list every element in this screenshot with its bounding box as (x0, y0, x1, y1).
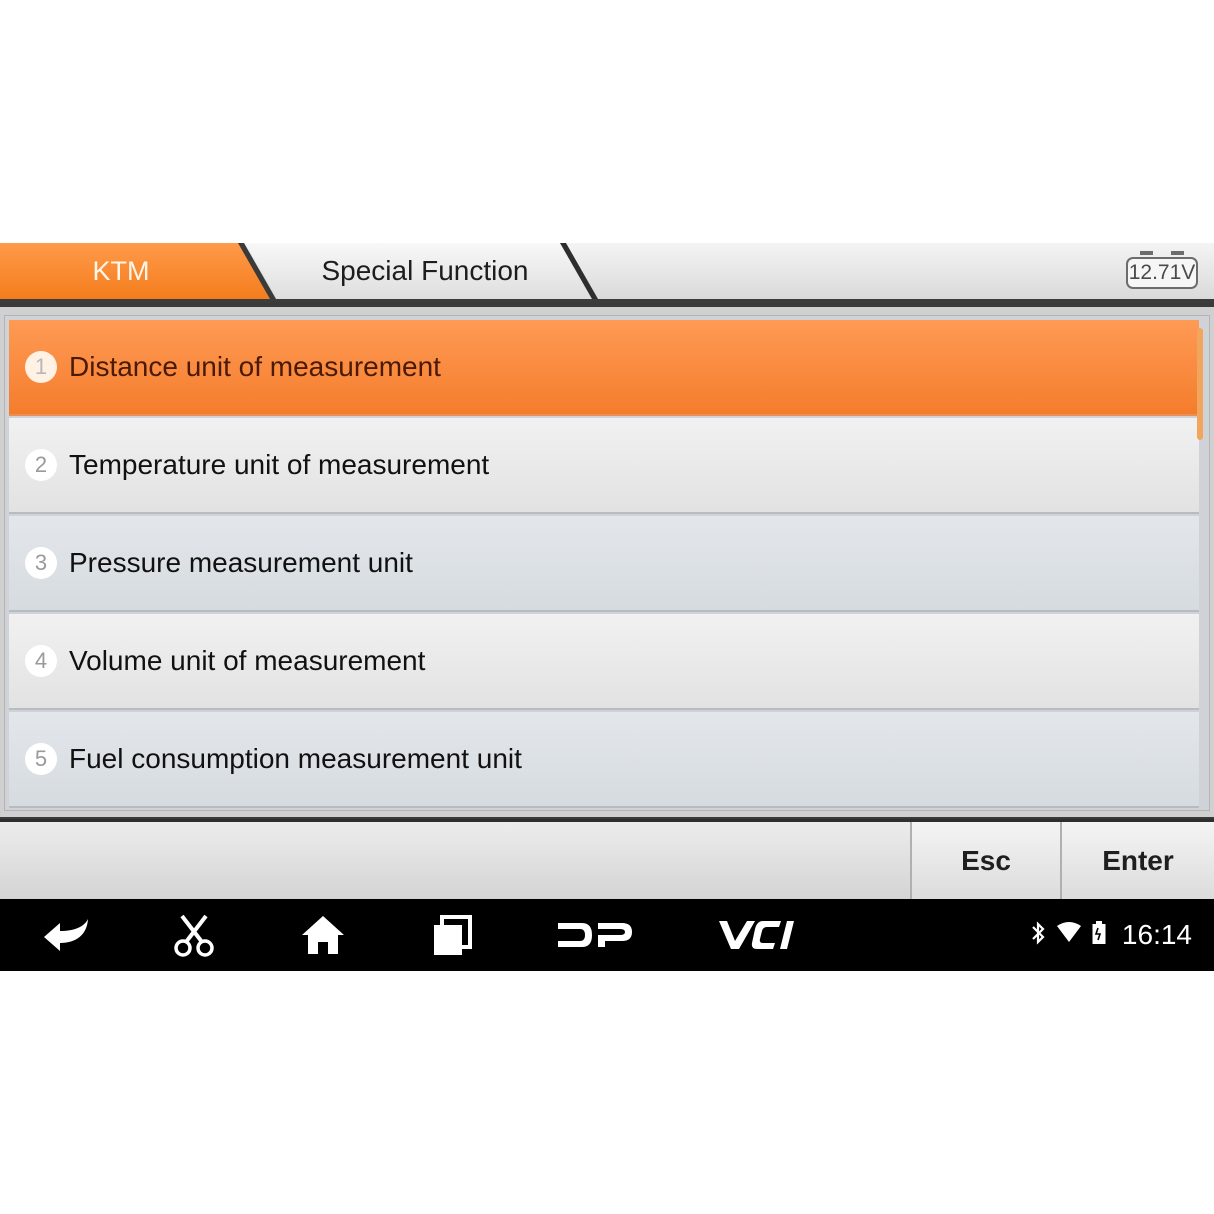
esc-button[interactable]: Esc (910, 822, 1060, 899)
item-number-badge: 1 (25, 351, 57, 383)
bluetooth-icon (1030, 920, 1046, 951)
menu-item-label: Fuel consumption measurement unit (69, 743, 522, 774)
item-number-badge: 2 (25, 449, 57, 481)
scrollbar-thumb[interactable] (1197, 328, 1203, 440)
breadcrumb-special-function-label: Special Function (321, 255, 529, 286)
wifi-icon (1056, 921, 1082, 949)
battery-icon (1092, 920, 1106, 950)
menu-item-distance-unit[interactable]: 1 Distance unit of measurement (9, 320, 1199, 416)
home-icon[interactable] (298, 909, 348, 961)
breadcrumb-ktm[interactable]: KTM (0, 243, 272, 299)
enter-button[interactable]: Enter (1060, 822, 1214, 899)
menu-list-area: 1 Distance unit of measurement 2 Tempera… (0, 307, 1214, 817)
breadcrumb-header: KTM Special Function 12.71V (0, 243, 1214, 303)
android-nav-bar: 16:14 (0, 899, 1214, 971)
dp-icon[interactable] (552, 909, 638, 961)
breadcrumb-ktm-label: KTM (92, 255, 150, 286)
status-area: 16:14 (1030, 899, 1192, 971)
menu-item-label: Pressure measurement unit (69, 547, 413, 578)
back-icon[interactable] (38, 909, 94, 961)
scissors-icon[interactable] (170, 909, 218, 961)
menu-item-label: Volume unit of measurement (69, 645, 426, 676)
menu-item-volume-unit[interactable]: 4 Volume unit of measurement (9, 614, 1199, 710)
device-screen: KTM Special Function 12.71V 1 Distance u… (0, 243, 1214, 971)
menu-item-pressure-unit[interactable]: 3 Pressure measurement unit (9, 516, 1199, 612)
menu-item-fuel-consumption-unit[interactable]: 5 Fuel consumption measurement unit (9, 712, 1199, 808)
menu-item-label: Temperature unit of measurement (69, 449, 490, 480)
item-number-badge: 5 (25, 743, 57, 775)
voltage-value: 12.71V (1128, 261, 1196, 284)
menu-list: 1 Distance unit of measurement 2 Tempera… (4, 315, 1210, 811)
action-button-bar: Esc Enter (0, 819, 1214, 899)
breadcrumb-special-function[interactable]: Special Function (246, 243, 596, 299)
status-clock: 16:14 (1121, 919, 1192, 950)
menu-item-label: Distance unit of measurement (69, 351, 441, 382)
menu-item-temperature-unit[interactable]: 2 Temperature unit of measurement (9, 418, 1199, 514)
battery-voltage-badge: 12.71V (1126, 251, 1198, 289)
vci-icon[interactable] (712, 909, 802, 961)
item-number-badge: 3 (25, 547, 57, 579)
item-number-badge: 4 (25, 645, 57, 677)
recent-apps-icon[interactable] (428, 909, 476, 961)
